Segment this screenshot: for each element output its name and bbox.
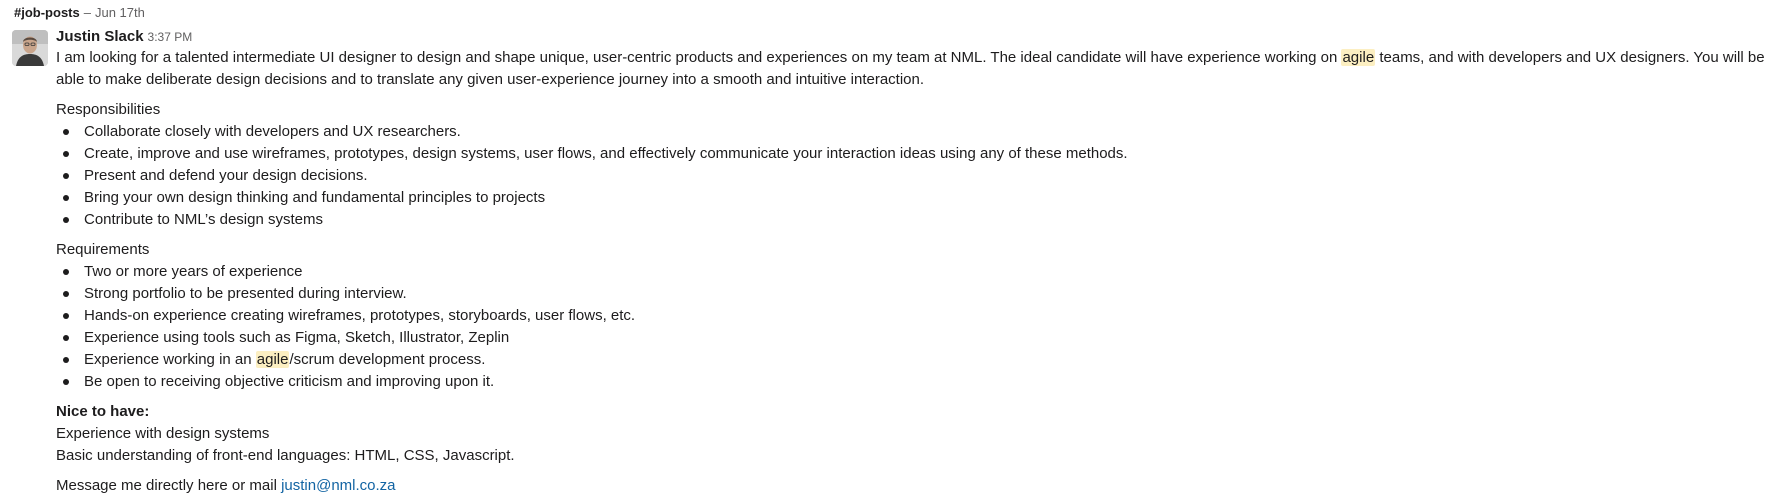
nice-to-have-item: Basic understanding of front-end languag… <box>56 447 515 464</box>
list-item: Be open to receiving objective criticism… <box>56 371 1771 393</box>
list-item-text: Bring your own design thinking and funda… <box>84 189 546 206</box>
list-item-text: Present and defend your design decisions… <box>84 167 368 184</box>
responsibilities-list: Collaborate closely with developers and … <box>56 121 1771 231</box>
requirements-heading: Requirements <box>56 241 150 258</box>
channel-link[interactable]: #job-posts <box>14 5 80 20</box>
contact-line: Message me directly here or mail justin@… <box>56 475 1771 497</box>
message-intro: I am looking for a talented intermediate… <box>56 47 1771 91</box>
bullet-icon <box>63 313 69 319</box>
nice-to-have-heading: Nice to have: <box>56 403 150 420</box>
message-timestamp[interactable]: 3:37 PM <box>148 30 193 44</box>
email-link[interactable]: justin@nml.co.za <box>281 477 395 494</box>
bullet-icon <box>63 195 69 201</box>
list-item: Hands-on experience creating wireframes,… <box>56 305 1771 327</box>
bullet-icon <box>63 151 69 157</box>
bullet-icon <box>63 357 69 363</box>
contact-text: Message me directly here or mail <box>56 477 282 494</box>
list-item: Present and defend your design decisions… <box>56 165 1771 187</box>
list-item: Experience working in an agile/scrum dev… <box>56 349 1771 371</box>
list-item: Collaborate closely with developers and … <box>56 121 1771 143</box>
list-item-text: Create, improve and use wireframes, prot… <box>84 145 1128 162</box>
list-item: Create, improve and use wireframes, prot… <box>56 143 1771 165</box>
list-item-text: Experience using tools such as Figma, Sk… <box>84 329 510 346</box>
message: Justin Slack 3:37 PM I am looking for a t… <box>56 27 1771 497</box>
list-item-text: Be open to receiving objective criticism… <box>84 373 495 390</box>
list-item-text-after: /scrum development process. <box>289 351 486 368</box>
requirements-list: Two or more years of experience Strong p… <box>56 261 1771 393</box>
bullet-icon <box>63 269 69 275</box>
list-item-text: Two or more years of experience <box>84 263 303 280</box>
intro-text-1: I am looking for a talented intermediate… <box>56 49 1342 66</box>
list-item-text: Contribute to NML’s design systems <box>84 211 323 228</box>
list-item: Experience using tools such as Figma, Sk… <box>56 327 1771 349</box>
list-item: Strong portfolio to be presented during … <box>56 283 1771 305</box>
avatar[interactable] <box>12 30 48 66</box>
message-meta: Justin Slack 3:37 PM <box>56 27 1771 47</box>
list-item-text-before: Experience working in an <box>84 351 256 368</box>
list-item: Two or more years of experience <box>56 261 1771 283</box>
list-item: Contribute to NML’s design systems <box>56 209 1771 231</box>
list-item-text: Collaborate closely with developers and … <box>84 123 461 140</box>
bullet-icon <box>63 379 69 385</box>
list-item: Bring your own design thinking and funda… <box>56 187 1771 209</box>
avatar-image <box>12 30 48 66</box>
keyword-highlight: agile <box>1341 49 1376 66</box>
bullet-icon <box>63 335 69 341</box>
responsibilities-heading: Responsibilities <box>56 101 161 118</box>
channel-header: #job-posts – Jun 17th <box>14 4 145 22</box>
bullet-icon <box>63 129 69 135</box>
message-date[interactable]: Jun 17th <box>95 5 145 20</box>
author-name[interactable]: Justin Slack <box>56 28 144 45</box>
list-item-text: Strong portfolio to be presented during … <box>84 285 407 302</box>
nice-to-have-item: Experience with design systems <box>56 425 270 442</box>
channel-name: job-posts <box>21 5 80 20</box>
separator: – <box>83 5 91 20</box>
keyword-highlight: agile <box>255 351 290 368</box>
bullet-icon <box>63 217 69 223</box>
bullet-icon <box>63 291 69 297</box>
bullet-icon <box>63 173 69 179</box>
list-item-text: Hands-on experience creating wireframes,… <box>84 307 636 324</box>
